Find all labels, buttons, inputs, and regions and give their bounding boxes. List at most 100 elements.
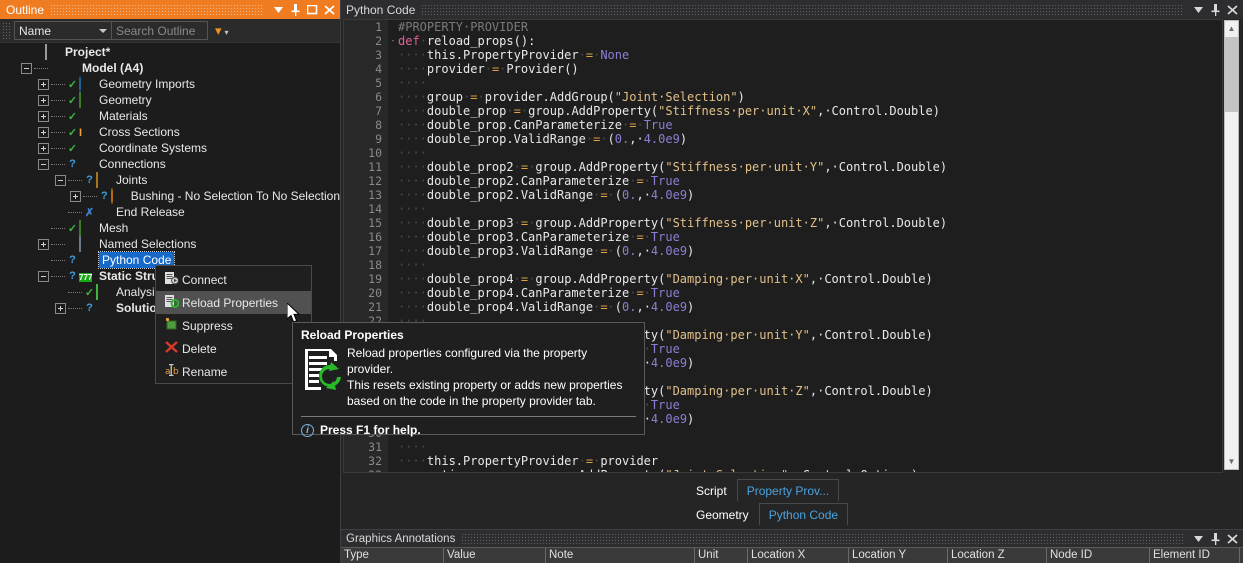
fold-marker [388,160,398,174]
tree-item-materials[interactable]: ✓ Materials [0,108,340,124]
expand-chevron-icon[interactable]: ▾ [215,24,222,37]
scrollbar-thumb[interactable] [1225,37,1238,112]
code-line[interactable]: ····double_prop·=·group.AddProperty("Sti… [398,104,1222,118]
column-header-type[interactable]: Type [341,548,444,563]
tree-item-bushing-no-selection-to-no-selection[interactable]: ? Bushing - No Selection To No Selection [0,188,340,204]
tree-expander-minus[interactable] [55,174,66,186]
line-number: 11 [368,160,382,174]
code-line[interactable]: ····double_prop3.CanParameterize·=·True [398,230,1222,244]
scroll-down-icon[interactable]: ▼ [1225,454,1238,469]
fold-marker [388,62,398,76]
tree-expander-plus[interactable] [55,302,66,314]
tree-item-named-selections[interactable]: Named Selections [0,236,340,252]
maximize-icon[interactable] [304,1,321,18]
tree-expander-plus[interactable] [38,78,49,90]
tree-item-geometry[interactable]: ✓ Geometry [0,92,340,108]
code-line[interactable]: ····group·=·provider.AddGroup("Joint·Sel… [398,90,1222,104]
tree-item-model-a4[interactable]: Model (A4) [0,60,340,76]
tree-expander-minus[interactable] [38,270,49,282]
ga-drag-grip[interactable] [461,533,1184,544]
tree-expander-plus[interactable] [38,110,49,122]
code-line[interactable]: ····double_prop3.ValidRange·=·(0.,·4.0e9… [398,244,1222,258]
tree-expander-plus[interactable] [38,126,49,138]
code-line[interactable]: ···· [398,202,1222,216]
dropdown-icon[interactable] [1190,530,1207,547]
code-line[interactable]: ····double_prop3·=·group.AddProperty("St… [398,216,1222,230]
pin-icon[interactable] [1207,530,1224,547]
tree-item-mesh[interactable]: ✓ Mesh [0,220,340,236]
graphics-annotations-column-headers[interactable]: Type Value Note Unit Location X Location Y Loc… [341,547,1243,563]
code-line[interactable]: ····double_prop2.CanParameterize·=·True [398,174,1222,188]
code-panel-drag-grip[interactable] [421,4,1184,15]
tree-item-project[interactable]: Project* [0,44,340,60]
code-line[interactable]: ····this.PropertyProvider·=·provider [398,454,1222,468]
scroll-up-icon[interactable]: ▲ [1225,21,1238,36]
column-header-location-y[interactable]: Location Y [849,548,948,563]
tree-item-end-release[interactable]: ✗ End Release [0,204,340,220]
tab-python-code[interactable]: Python Code [758,503,849,525]
close-icon[interactable] [1224,530,1241,547]
tree-expander-plus[interactable] [38,238,49,250]
close-icon[interactable] [1224,1,1241,18]
code-line[interactable]: ····double_prop4·=·group.AddProperty("Da… [398,272,1222,286]
tree-item-connections[interactable]: ? Connections [0,156,340,172]
tree-expander-plus[interactable] [38,142,49,154]
column-header-unit[interactable]: Unit [695,548,748,563]
search-outline-input[interactable]: Search Outline [112,21,208,40]
tree-item-label: Geometry [99,93,152,107]
tooltip-body: Reload properties configured via the pro… [347,345,636,409]
code-line[interactable]: ····double_prop2.ValidRange·=·(0.,·4.0e9… [398,188,1222,202]
editor-vertical-scrollbar[interactable]: ▲ ▼ [1224,20,1239,470]
tree-expander-minus[interactable] [21,62,32,74]
code-line[interactable]: ····this.PropertyProvider·=·None [398,48,1222,62]
column-header-location-x[interactable]: Location X [748,548,849,563]
code-line[interactable]: #PROPERTY·PROVIDER [398,20,1222,34]
column-header-note[interactable]: Note [546,548,695,563]
toolbar-drag-grip[interactable] [2,21,11,40]
tree-expander-plus[interactable] [38,94,49,106]
line-number: 32 [368,454,382,468]
code-line[interactable]: ···· [398,146,1222,160]
filter-field-combo[interactable]: Name [14,21,112,40]
tree-item-cross-sections[interactable]: ✓ I Cross Sections [0,124,340,140]
editor-tab-row-primary[interactable]: Script Property Prov... [686,479,840,501]
tree-item-geometry-imports[interactable]: ✓ Geometry Imports [0,76,340,92]
code-line[interactable]: ···· [398,258,1222,272]
column-header-value[interactable]: Value [444,548,546,563]
chevron-down-small-icon[interactable]: ▾ [225,29,229,37]
column-header-element-id[interactable]: Element ID [1150,548,1240,563]
pin-icon[interactable] [1207,1,1224,18]
dropdown-icon[interactable] [1190,1,1207,18]
tab-property-prov[interactable]: Property Prov... [736,479,840,501]
line-number: 10 [368,146,382,160]
code-line[interactable]: ···· [398,76,1222,90]
tree-item-joints[interactable]: ? Joints [0,172,340,188]
column-header-location-z[interactable]: Location Z [948,548,1047,563]
code-line[interactable]: ····double_prop2·=·group.AddProperty("St… [398,160,1222,174]
line-number: 1 [375,20,382,34]
code-line[interactable]: ····double_prop4.ValidRange·=·(0.,·4.0e9… [398,300,1222,314]
tree-item-coordinate-systems[interactable]: ✓ Coordinate Systems [0,140,340,156]
code-line[interactable]: ····options_prop·=·group.AddProperty("Jo… [398,468,1222,472]
column-header-node-id[interactable]: Node ID [1047,548,1150,563]
tab-script[interactable]: Script [686,479,737,501]
editor-tab-row-secondary[interactable]: Geometry Python Code [686,503,849,525]
code-line[interactable]: ····double_prop.CanParameterize·=·True [398,118,1222,132]
tab-geometry[interactable]: Geometry [686,503,759,525]
menu-item-connect[interactable]: Connect [156,268,311,291]
fold-marker[interactable]: - [388,34,398,48]
pin-icon[interactable] [287,1,304,18]
close-icon[interactable] [321,1,338,18]
menu-item-delete[interactable]: Delete [156,337,311,360]
menu-item-label: Delete [182,341,217,356]
code-line[interactable]: def·reload_props(): [398,34,1222,48]
code-line[interactable]: ···· [398,440,1222,454]
outline-drag-grip[interactable] [50,4,264,15]
tree-expander-minus[interactable] [38,158,49,170]
code-line[interactable]: ····double_prop.ValidRange·=·(0.,·4.0e9) [398,132,1222,146]
dropdown-icon[interactable] [270,1,287,18]
code-line[interactable]: ····provider·=·Provider() [398,62,1222,76]
tree-expander-plus[interactable] [69,190,81,202]
code-line[interactable]: ····double_prop4.CanParameterize·=·True [398,286,1222,300]
menu-item-rename[interactable]: abRenameF2 [156,360,311,383]
